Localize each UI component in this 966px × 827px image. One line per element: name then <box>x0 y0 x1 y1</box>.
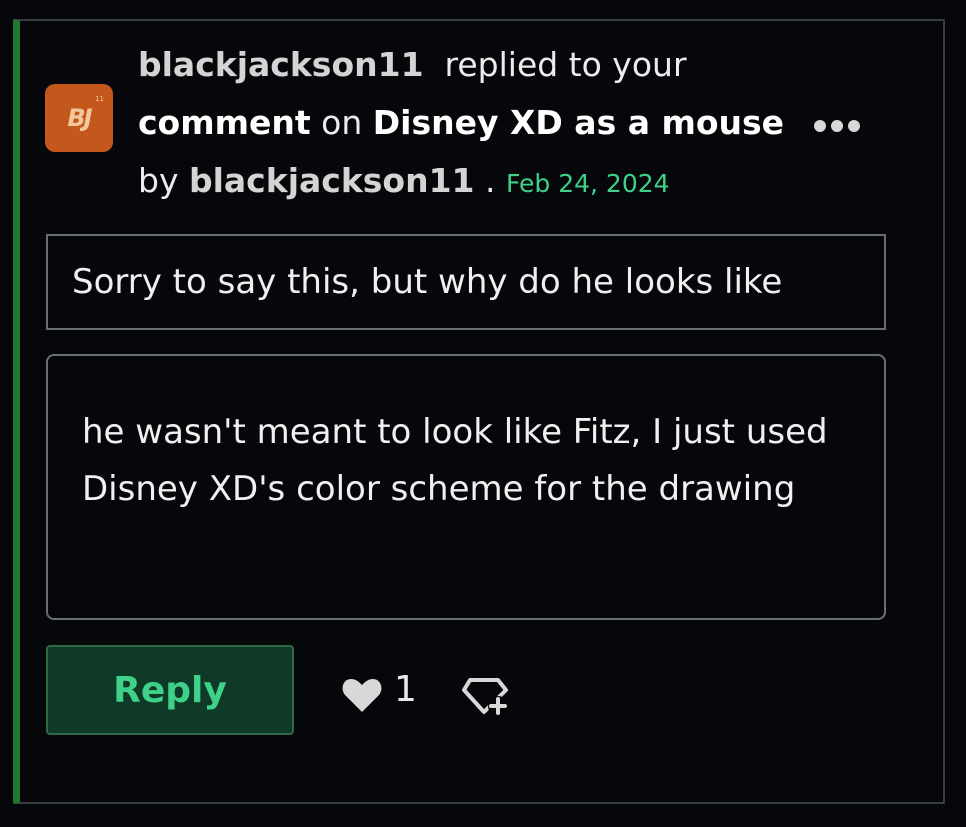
timestamp: Feb 24, 2024 <box>506 169 670 198</box>
avatar-superscript: 11 <box>95 95 104 103</box>
quoted-comment[interactable]: Sorry to say this, but why do he looks l… <box>46 234 886 330</box>
on-text: on <box>321 103 363 142</box>
avatar[interactable]: BJ 11 <box>45 84 113 152</box>
reply-content: he wasn't meant to look like Fitz, I jus… <box>46 354 886 620</box>
reply-button[interactable]: Reply <box>46 645 294 735</box>
favorite-add-icon[interactable] <box>462 674 510 718</box>
reply-text: he wasn't meant to look like Fitz, I jus… <box>82 412 828 509</box>
post-title-link[interactable]: Disney XD as a mouse <box>373 103 784 142</box>
comment-link[interactable]: comment <box>138 103 311 142</box>
avatar-initials: BJ <box>67 104 92 132</box>
notification-header: blackjackson11 replied to your comment o… <box>138 36 898 213</box>
separator: . <box>485 161 496 200</box>
quoted-comment-text: Sorry to say this, but why do he looks l… <box>72 262 783 302</box>
action-text: replied to your <box>444 45 687 84</box>
actor-username[interactable]: blackjackson11 <box>138 45 424 84</box>
more-options-icon[interactable] <box>814 120 860 132</box>
post-author-link[interactable]: blackjackson11 <box>189 161 475 200</box>
heart-icon[interactable] <box>341 676 383 714</box>
like-count: 1 <box>394 669 417 710</box>
by-text: by <box>138 161 179 200</box>
